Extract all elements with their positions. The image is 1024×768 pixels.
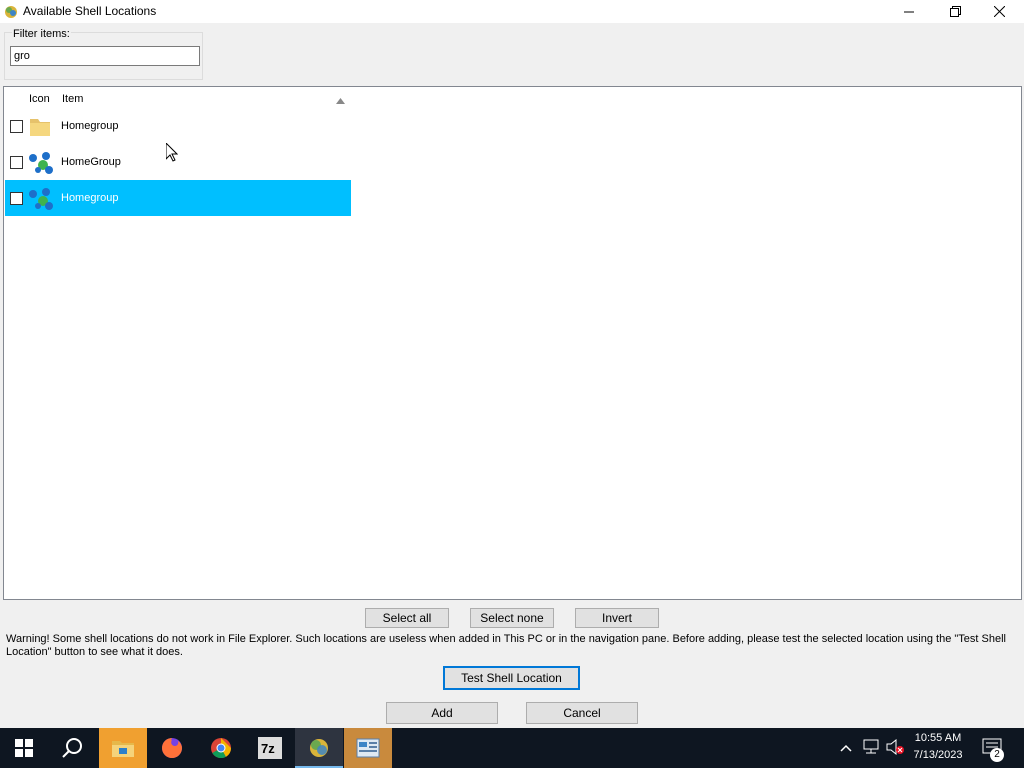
warning-text: Warning! Some shell locations do not wor… xyxy=(6,633,1006,658)
firefox-taskbar-icon[interactable] xyxy=(148,728,196,768)
title-bar: Available Shell Locations xyxy=(0,0,1024,23)
window-title: Available Shell Locations xyxy=(23,4,157,18)
column-header-icon[interactable]: Icon xyxy=(29,93,50,105)
filter-group: Filter items: xyxy=(4,28,203,80)
select-none-button[interactable]: Select none xyxy=(470,608,554,628)
select-all-button[interactable]: Select all xyxy=(365,608,449,628)
file-explorer-taskbar-icon[interactable] xyxy=(99,728,147,768)
network-icon[interactable] xyxy=(862,739,880,758)
folder-icon xyxy=(27,114,55,140)
clock-time[interactable]: 10:55 AM xyxy=(898,732,978,744)
row-label: HomeGroup xyxy=(61,156,121,168)
list-item[interactable]: Homegroup xyxy=(5,180,351,216)
close-button[interactable] xyxy=(976,0,1022,23)
minimize-button[interactable] xyxy=(886,0,932,23)
row-checkbox[interactable] xyxy=(10,156,23,169)
add-button[interactable]: Add xyxy=(386,702,498,724)
invert-button[interactable]: Invert xyxy=(575,608,659,628)
row-checkbox[interactable] xyxy=(10,192,23,205)
row-label: Homegroup xyxy=(61,120,119,132)
restore-button[interactable] xyxy=(932,0,978,23)
control-panel-taskbar-icon[interactable] xyxy=(344,728,392,768)
chrome-taskbar-icon[interactable] xyxy=(197,728,245,768)
filter-input[interactable] xyxy=(10,46,200,66)
winaero-tweaker-taskbar-icon[interactable] xyxy=(295,728,343,768)
clock-date[interactable]: 7/13/2023 xyxy=(898,749,978,761)
cancel-button[interactable]: Cancel xyxy=(526,702,638,724)
list-item[interactable]: Homegroup xyxy=(5,108,351,144)
chevron-up-icon[interactable] xyxy=(840,741,852,755)
row-checkbox[interactable] xyxy=(10,120,23,133)
sort-ascending-icon xyxy=(336,93,345,107)
search-button[interactable] xyxy=(48,728,96,768)
notification-count-badge: 2 xyxy=(990,748,1004,762)
filter-label: Filter items: xyxy=(12,28,71,40)
taskbar: 7z 10:55 AM 7/13/2023 2 xyxy=(0,728,1024,768)
homegroup-icon xyxy=(27,186,55,212)
list-item[interactable]: HomeGroup xyxy=(5,144,351,180)
7zip-taskbar-icon[interactable]: 7z xyxy=(246,728,294,768)
homegroup-icon xyxy=(27,150,55,176)
column-header-item[interactable]: Item xyxy=(62,93,83,105)
svg-text:7z: 7z xyxy=(261,741,275,756)
row-label: Homegroup xyxy=(61,192,119,204)
start-button[interactable] xyxy=(0,728,48,768)
test-shell-location-button[interactable]: Test Shell Location xyxy=(443,666,580,690)
mouse-cursor-icon xyxy=(165,141,179,165)
app-icon xyxy=(4,5,18,19)
shell-locations-list[interactable]: Icon Item Homegroup HomeGroup Homegroup xyxy=(3,86,1022,600)
